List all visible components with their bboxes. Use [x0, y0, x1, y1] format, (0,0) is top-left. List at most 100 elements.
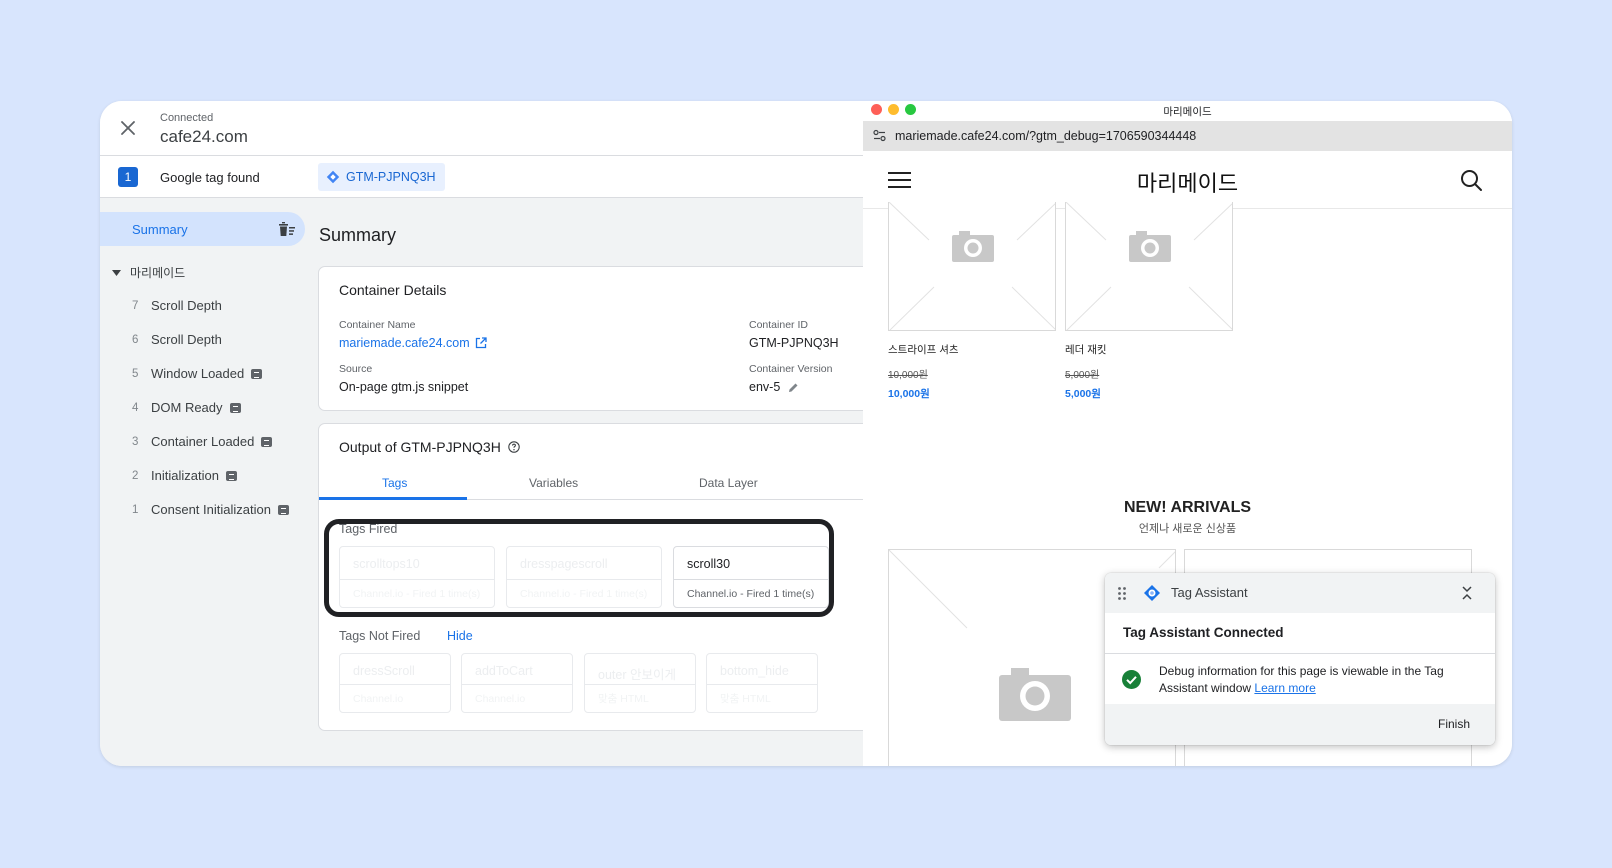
- connection-status: Connected: [160, 112, 214, 124]
- output-title: Output of GTM-PJPNQ3H: [339, 439, 520, 455]
- event-label: Scroll Depth: [151, 332, 222, 347]
- event-number: 6: [132, 333, 139, 346]
- product-image[interactable]: [1065, 202, 1233, 331]
- tag-name: outer 안보이게: [598, 668, 676, 682]
- help-icon[interactable]: [508, 441, 520, 453]
- tag-assistant-debug-pane: Connected cafe24.com 1 Google tag found …: [100, 101, 879, 766]
- tag-assistant-header: Tag Assistant: [1105, 573, 1495, 613]
- sidebar-item-event[interactable]: 6 Scroll Depth: [132, 332, 222, 347]
- connected-domain: cafe24.com: [160, 127, 248, 146]
- container-chip[interactable]: GTM-PJPNQ3H: [318, 163, 445, 191]
- finish-button[interactable]: Finish: [1438, 717, 1470, 731]
- container-bar: 1 Google tag found GTM-PJPNQ3H: [100, 156, 863, 198]
- container-id-label: Container ID: [749, 319, 808, 331]
- source-label: Source: [339, 363, 373, 375]
- sidebar-item-event[interactable]: 5 Window Loaded: [132, 366, 263, 381]
- url-text: mariemade.cafe24.com/?gtm_debug=17065903…: [895, 129, 1197, 143]
- sidebar-group-label: 마리메이드: [130, 266, 186, 280]
- tag-status: 맞춤 HTML: [707, 684, 817, 712]
- tag-assistant-connected-heading: Tag Assistant Connected: [1123, 625, 1284, 640]
- tag-count-badge: 1: [118, 167, 138, 187]
- site-header: 마리메이드: [863, 151, 1512, 209]
- window-titlebar: 마리메이드: [863, 101, 1512, 121]
- container-name-label: Container Name: [339, 319, 416, 331]
- tab-data-layer[interactable]: Data Layer: [699, 476, 758, 490]
- close-icon[interactable]: [118, 118, 138, 138]
- site-logo[interactable]: 마리메이드: [863, 166, 1512, 198]
- edit-pencil-icon[interactable]: [788, 382, 799, 393]
- container-version: env-5: [749, 380, 799, 394]
- event-sidebar: Summary 마리메이드 7 Scroll Depth 6 Scroll De…: [100, 198, 305, 766]
- container-id-value: GTM-PJPNQ3H: [749, 336, 839, 350]
- drag-handle-icon[interactable]: [1117, 586, 1127, 601]
- google-tag-found-label: Google tag found: [160, 170, 260, 185]
- container-details-title: Container Details: [339, 282, 447, 298]
- tag-status: Channel.io: [340, 684, 450, 712]
- tag-card-not-fired[interactable]: outer 안보이게 맞춤 HTML: [584, 653, 696, 713]
- tag-status: 맞춤 HTML: [585, 684, 695, 712]
- event-number: 5: [132, 367, 139, 380]
- sidebar-item-event[interactable]: 2 Initialization: [132, 468, 237, 483]
- product-old-price: 5,000원: [1065, 370, 1100, 381]
- sidebar-item-event[interactable]: 3 Container Loaded: [132, 434, 273, 449]
- sidebar-item-event[interactable]: 4 DOM Ready: [132, 400, 241, 415]
- tag-name: dressScroll: [353, 664, 415, 678]
- event-label: Initialization: [151, 468, 219, 483]
- tag-name: bottom_hide: [720, 664, 789, 678]
- event-number: 1: [132, 503, 139, 516]
- active-tab-indicator: [319, 497, 467, 500]
- output-title-text: Output of GTM-PJPNQ3H: [339, 439, 501, 455]
- page-title: Summary: [319, 225, 397, 245]
- address-bar[interactable]: mariemade.cafe24.com/?gtm_debug=17065903…: [863, 121, 1512, 151]
- tag-card-not-fired[interactable]: bottom_hide 맞춤 HTML: [706, 653, 818, 713]
- placeholder-image-icon: [889, 202, 1055, 330]
- tag-card-not-fired[interactable]: addToCart Channel.io: [461, 653, 573, 713]
- output-tabs: Tags Variables Data Layer: [319, 468, 879, 500]
- sidebar-summary-label: Summary: [132, 222, 188, 237]
- section-subtitle: 언제나 새로운 신상품: [1138, 523, 1237, 535]
- event-label: Window Loaded: [151, 366, 245, 381]
- collapse-icon[interactable]: [1460, 585, 1474, 601]
- sidebar-item-event[interactable]: 7 Scroll Depth: [132, 298, 222, 313]
- api-call-icon: [261, 436, 273, 447]
- hide-link[interactable]: Hide: [447, 629, 473, 643]
- product-price: 10,000원: [888, 388, 930, 400]
- product-image[interactable]: [888, 202, 1056, 331]
- event-label: DOM Ready: [151, 400, 223, 415]
- search-icon[interactable]: [1459, 168, 1483, 192]
- tag-assistant-message: Debug information for this page is viewa…: [1159, 663, 1479, 697]
- divider: [1105, 653, 1495, 654]
- clear-messages-icon[interactable]: [278, 221, 296, 237]
- container-details-card: Container Details Container Name mariema…: [318, 266, 878, 411]
- event-number: 7: [132, 299, 139, 312]
- check-circle-icon: [1122, 670, 1141, 689]
- gtm-diamond-icon: [326, 170, 340, 184]
- placeholder-image-icon: [1066, 202, 1232, 330]
- event-number: 3: [132, 435, 139, 448]
- tag-assistant-logo-icon: [1144, 585, 1160, 601]
- tag-status: Channel.io: [462, 684, 572, 712]
- container-version-value: env-5: [749, 380, 781, 394]
- sidebar-page-group[interactable]: 마리메이드: [112, 264, 185, 281]
- product-name[interactable]: 레더 재킷: [1065, 342, 1107, 357]
- tags-fired-highlight: [324, 519, 834, 617]
- caret-down-icon: [112, 269, 121, 276]
- event-number: 4: [132, 401, 139, 414]
- connection-header: Connected cafe24.com: [100, 101, 863, 156]
- product-price: 5,000원: [1065, 388, 1101, 400]
- container-name-link[interactable]: mariemade.cafe24.com: [339, 336, 487, 350]
- tag-card-not-fired[interactable]: dressScroll Channel.io: [339, 653, 451, 713]
- tags-not-fired-label: Tags Not Fired: [339, 629, 421, 643]
- api-call-icon: [251, 368, 263, 379]
- tab-tags[interactable]: Tags: [382, 476, 407, 490]
- sidebar-item-event[interactable]: 1 Consent Initialization: [132, 502, 289, 517]
- tab-variables[interactable]: Variables: [529, 476, 578, 490]
- sidebar-item-summary[interactable]: Summary: [100, 212, 305, 246]
- container-version-label: Container Version: [749, 363, 833, 375]
- tag-assistant-footer: Finish: [1105, 704, 1495, 745]
- learn-more-link[interactable]: Learn more: [1254, 681, 1315, 695]
- site-settings-icon[interactable]: [872, 128, 887, 143]
- product-name[interactable]: 스트라이프 셔츠: [888, 342, 959, 357]
- event-number: 2: [132, 469, 139, 482]
- tag-name: addToCart: [475, 664, 533, 678]
